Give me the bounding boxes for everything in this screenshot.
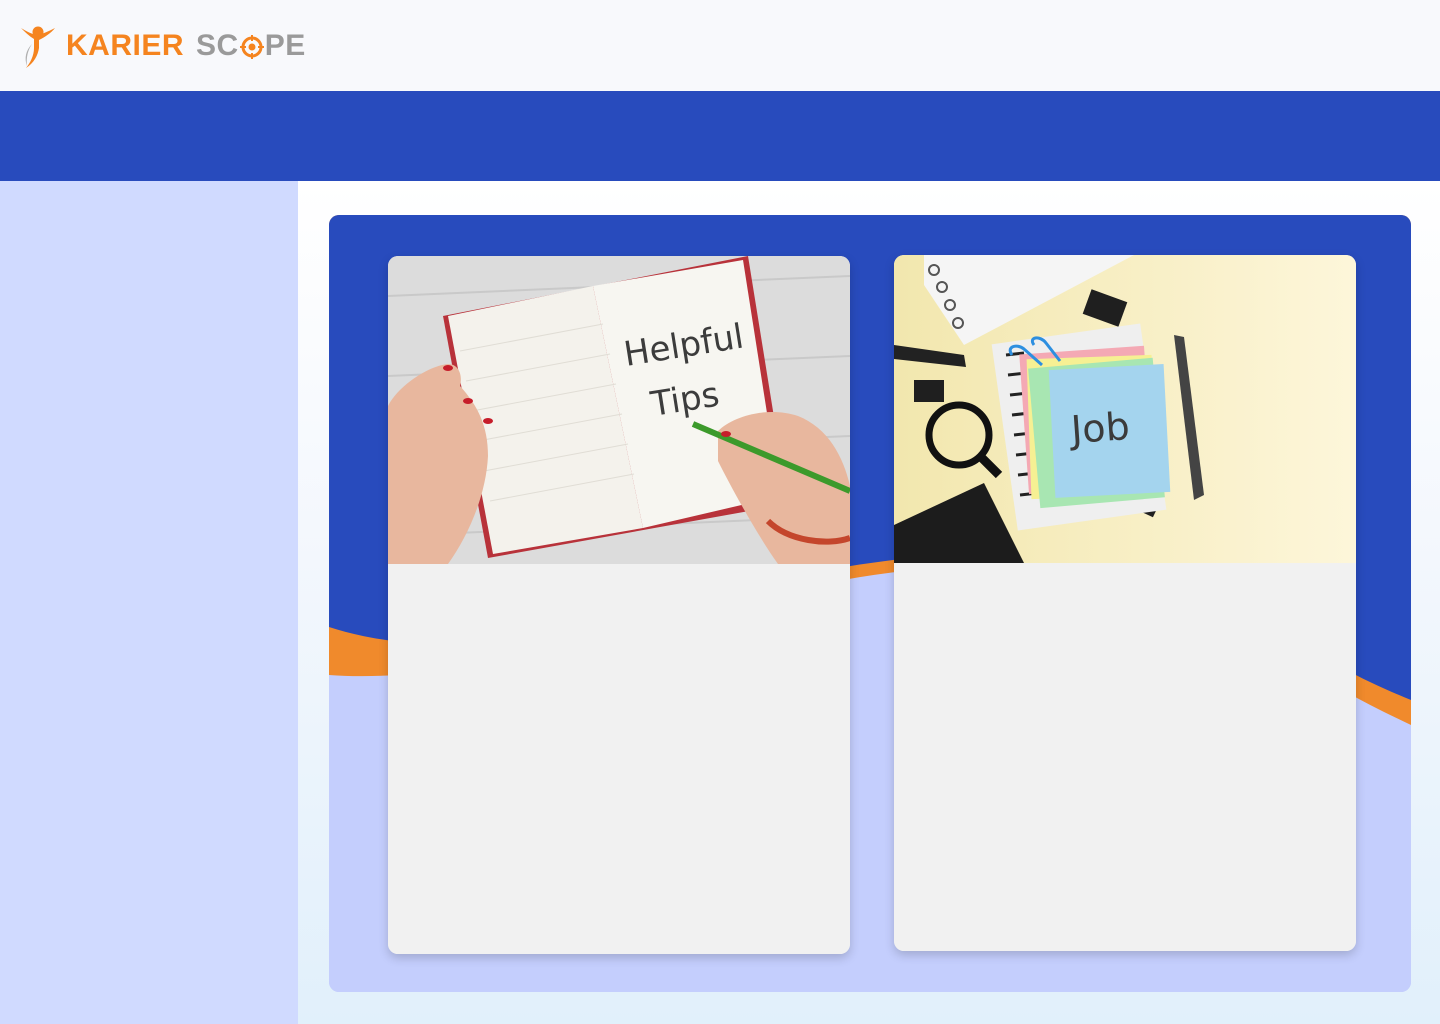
top-navigation-bar: KARIER SC PE [0,0,1440,91]
person-target-logo-icon [21,26,55,68]
helpful-tips-card[interactable]: Helpful Tips [388,256,850,954]
job-image: Job [894,255,1356,563]
job-card[interactable]: Job [894,255,1356,951]
helpful-tips-card-body [388,564,850,954]
target-o-icon [239,34,264,59]
helpful-tips-image: Helpful Tips [388,256,850,564]
logo-word-scope: SC PE [196,29,306,63]
job-text: Job [1068,404,1131,452]
job-card-body [894,563,1356,951]
page-banner [0,91,1440,181]
karier-scope-logo[interactable]: KARIER SC PE [18,22,306,70]
sidebar [0,181,298,1024]
notebook-photo: Helpful Tips [388,256,850,564]
logo-word-scope-suffix: PE [264,28,306,62]
logo-word-karier: KARIER [66,28,185,62]
logo-word-scope-prefix: SC [196,28,239,62]
desk-job-photo: Job [894,255,1356,563]
